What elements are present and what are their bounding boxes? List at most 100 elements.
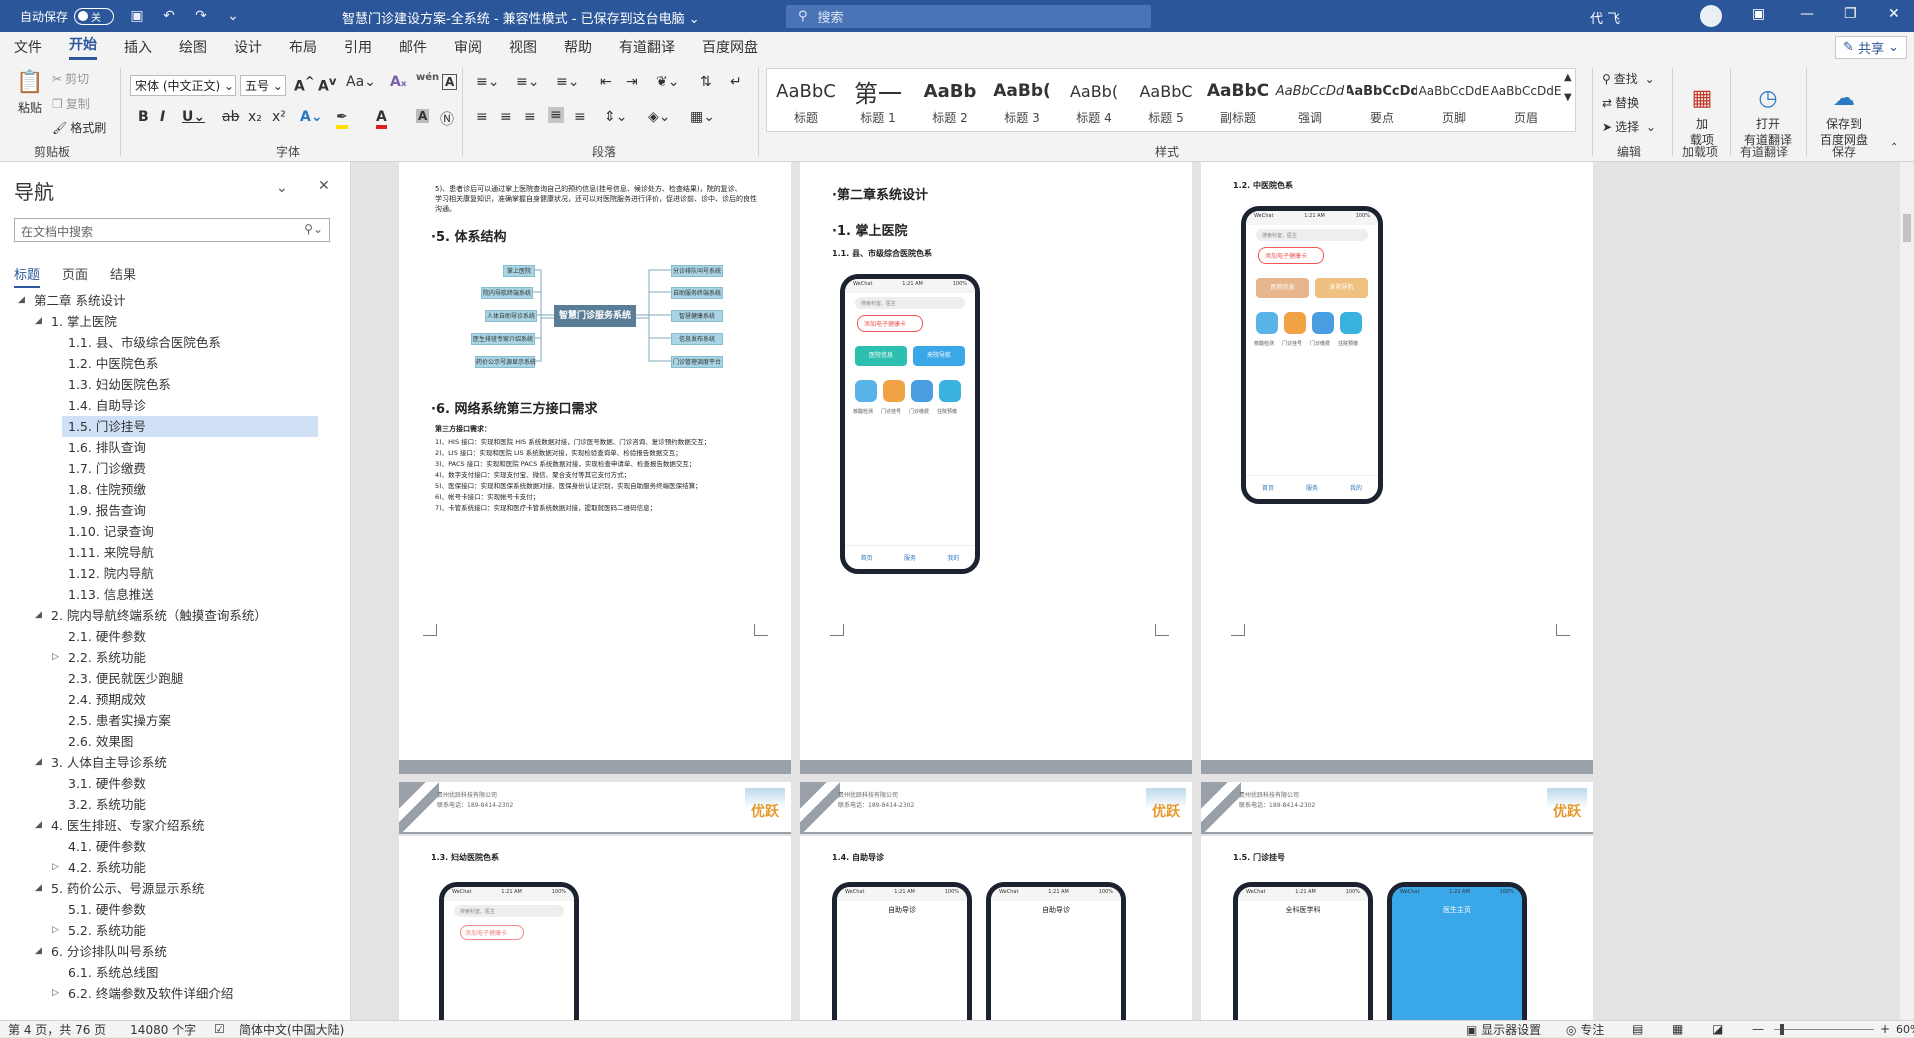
change-case-icon[interactable]: Aa⌄	[346, 74, 376, 90]
cut-button[interactable]: ✂ 剪切	[52, 70, 89, 87]
ribbon-display-icon[interactable]: ▣	[1752, 6, 1765, 22]
enclose-char-icon[interactable]: Ⓝ	[440, 109, 454, 129]
nav-heading[interactable]: ◢ 1. 掌上医院	[0, 311, 351, 332]
format-painter-button[interactable]: 🖌 格式刷	[52, 119, 106, 136]
minimize-icon[interactable]: —	[1800, 6, 1814, 22]
line-spacing-icon[interactable]: ⇕⌄	[604, 109, 627, 125]
menu-tab[interactable]: 设计	[234, 37, 262, 57]
page-count[interactable]: 第 4 页，共 76 页	[8, 1021, 106, 1038]
style-item[interactable]: 第一 标题 1	[843, 73, 913, 126]
char-shading-icon[interactable]: A	[416, 109, 430, 123]
autosave-toggle[interactable]: 关	[74, 7, 115, 25]
style-item[interactable]: AaBbCcDd 要点	[1347, 73, 1417, 126]
decrease-indent-icon[interactable]: ⇤	[600, 74, 612, 90]
nav-tab[interactable]: 页面	[62, 264, 88, 288]
italic-icon[interactable]: I	[160, 109, 165, 125]
nav-heading[interactable]: ▷ 2.2. 系统功能	[0, 647, 351, 668]
nav-heading[interactable]: 1.11. 来院导航	[0, 542, 351, 563]
collapse-arrow-icon[interactable]: ◢	[35, 752, 42, 773]
close-icon[interactable]: ✕	[318, 178, 330, 194]
clear-format-icon[interactable]: Aₓ	[390, 74, 407, 90]
restore-icon[interactable]: ❐	[1844, 6, 1857, 22]
style-item[interactable]: AaBbC 标题	[771, 73, 841, 126]
distribute-icon[interactable]: ≡	[574, 109, 586, 125]
collapse-arrow-icon[interactable]: ◢	[18, 290, 25, 311]
autosave[interactable]: 自动保存 关	[20, 7, 115, 25]
bullets-icon[interactable]: ≡⌄	[476, 74, 499, 90]
zoom-in-icon[interactable]: +	[1880, 1022, 1890, 1036]
search-box[interactable]: ⚲ 搜索	[786, 5, 1151, 28]
nav-search-input[interactable]: 在文档中搜索 ⚲⌄	[14, 218, 330, 242]
nav-heading[interactable]: 4.1. 硬件参数	[0, 836, 351, 857]
nav-heading[interactable]: ◢ 3. 人体自主导诊系统	[0, 752, 351, 773]
addins-button[interactable]: ▦ 加 载项	[1682, 68, 1722, 148]
grow-font-icon[interactable]: A^	[294, 74, 315, 95]
nav-heading[interactable]: ◢ 4. 医生排班、专家介绍系统	[0, 815, 351, 836]
shading-icon[interactable]: ◈⌄	[648, 109, 671, 125]
nav-heading[interactable]: 1.3. 妇幼医院色系	[0, 374, 351, 395]
collapse-arrow-icon[interactable]: ◢	[35, 311, 42, 332]
nav-heading[interactable]: 2.5. 患者实操方案	[0, 710, 351, 731]
window-title[interactable]: 智慧门诊建设方案-全系统 - 兼容性模式 - 已保存到这台电脑 ⌄	[342, 8, 700, 27]
close-icon[interactable]: ✕	[1888, 6, 1900, 22]
share-button[interactable]: ✎ 共享 ⌄	[1835, 36, 1907, 59]
nav-heading[interactable]: 1.2. 中医院色系	[0, 353, 351, 374]
increase-indent-icon[interactable]: ⇥	[626, 74, 638, 90]
baidu-save-button[interactable]: ☁ 保存到 百度网盘	[1812, 68, 1876, 148]
style-item[interactable]: AaBb(标题 4	[1059, 73, 1129, 126]
collapse-arrow-icon[interactable]: ◢	[35, 941, 42, 962]
style-item[interactable]: AaBbC 副标题	[1203, 73, 1273, 126]
nav-options-icon[interactable]: ⌄	[276, 180, 288, 196]
nav-heading[interactable]: 2.4. 预期成效	[0, 689, 351, 710]
multilevel-list-icon[interactable]: ≡⌄	[556, 74, 579, 90]
nav-heading[interactable]: 1.9. 报告查询	[0, 500, 351, 521]
menu-tab[interactable]: 插入	[124, 37, 152, 57]
word-count[interactable]: 14080 个字	[130, 1021, 196, 1038]
align-center-icon[interactable]: ≡	[500, 109, 512, 125]
nav-tab[interactable]: 结果	[110, 264, 136, 288]
menu-tab[interactable]: 有道翻译	[619, 37, 675, 57]
font-name-select[interactable]: 宋体 (中文正文) ⌄	[130, 75, 236, 96]
gallery-down-icon[interactable]: ▼	[1564, 92, 1572, 103]
nav-heading[interactable]: 1.7. 门诊缴费	[0, 458, 351, 479]
print-layout-icon[interactable]: ▦	[1672, 1022, 1683, 1036]
nav-heading[interactable]: 1.8. 住院预缴	[0, 479, 351, 500]
style-item[interactable]: AaBbCcDdE 页脚	[1419, 73, 1489, 126]
zoom-slider[interactable]	[1774, 1029, 1874, 1030]
menu-tab[interactable]: 开始	[69, 34, 97, 60]
nav-heading[interactable]: 1.6. 排队查询	[0, 437, 351, 458]
user-name[interactable]: 代 飞	[1590, 8, 1620, 27]
gallery-up-icon[interactable]: ▲	[1564, 72, 1572, 83]
nav-heading[interactable]: ◢ 6. 分诊排队叫号系统	[0, 941, 351, 962]
style-item[interactable]: AaBb 标题 2	[915, 73, 985, 126]
nav-heading[interactable]: 1.1. 县、市级综合医院色系	[0, 332, 351, 353]
proofing-icon[interactable]: ☑	[214, 1022, 225, 1036]
nav-heading[interactable]: 3.2. 系统功能	[0, 794, 351, 815]
nav-heading[interactable]: 3.1. 硬件参数	[0, 773, 351, 794]
sort-icon[interactable]: ⇅	[700, 74, 712, 90]
undo-icon[interactable]: ↶	[160, 8, 178, 24]
display-settings[interactable]: ▣ 显示器设置	[1466, 1021, 1541, 1038]
replace-button[interactable]: ⇄ 替换	[1602, 94, 1639, 111]
show-marks-icon[interactable]: ↵	[730, 74, 742, 90]
nav-heading[interactable]: ▷ 6.2. 终端参数及软件详细介绍	[0, 983, 351, 1004]
save-icon[interactable]: ▣	[128, 8, 146, 24]
nav-heading[interactable]: ◢ 2. 院内导航终端系统（触摸查询系统）	[0, 605, 351, 626]
align-right-icon[interactable]: ≡	[524, 109, 536, 125]
align-left-icon[interactable]: ≡	[476, 109, 488, 125]
scroll-thumb[interactable]	[1903, 214, 1911, 242]
nav-heading[interactable]: 2.3. 便民就医少跑腿	[0, 668, 351, 689]
find-button[interactable]: ⚲ 查找 ⌄	[1602, 70, 1655, 87]
nav-heading[interactable]: 1.13. 信息推送	[0, 584, 351, 605]
web-layout-icon[interactable]: ◪	[1712, 1022, 1723, 1036]
nav-heading[interactable]: 2.1. 硬件参数	[0, 626, 351, 647]
justify-icon[interactable]: ≡	[548, 107, 564, 123]
nav-heading[interactable]: 6.1. 系统总线图	[0, 962, 351, 983]
zoom-slider-thumb[interactable]	[1780, 1024, 1784, 1035]
subscript-icon[interactable]: x₂	[248, 109, 262, 125]
highlight-icon[interactable]: ✒	[336, 109, 348, 129]
phonetic-guide-icon[interactable]: wén	[416, 72, 439, 83]
menu-tab[interactable]: 审阅	[454, 37, 482, 57]
nav-heading[interactable]: 2.6. 效果图	[0, 731, 351, 752]
nav-heading[interactable]: ◢ 第二章 系统设计	[0, 290, 351, 311]
